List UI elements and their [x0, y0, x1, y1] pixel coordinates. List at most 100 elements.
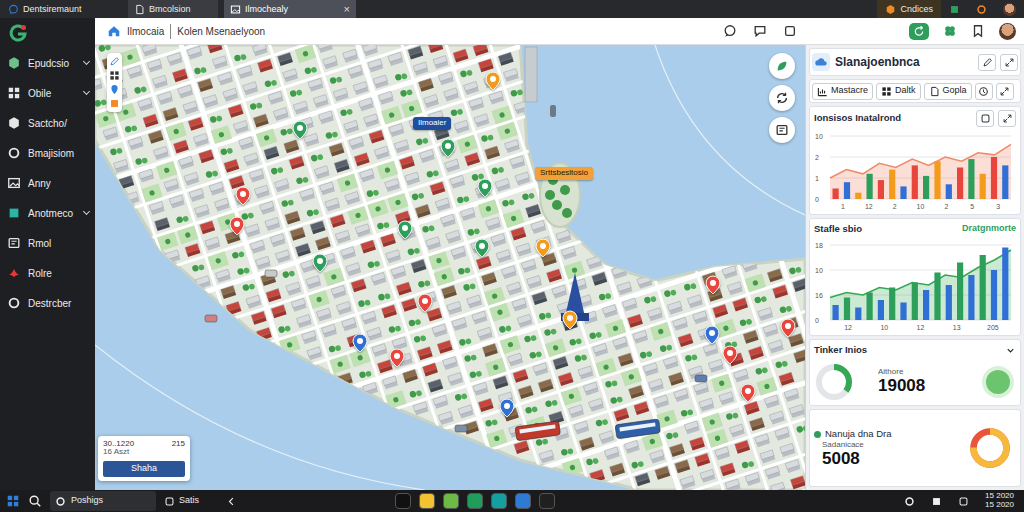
app-icon[interactable]	[539, 493, 555, 509]
list-button[interactable]	[769, 117, 795, 143]
app-window: DentsiremauntBmcolsionIlmochealy×Cndices…	[0, 0, 1024, 512]
icon-shape	[353, 334, 367, 352]
draw-icon[interactable]	[109, 56, 120, 67]
share-button[interactable]	[996, 83, 1014, 100]
taskbar-search[interactable]: Poshigs	[50, 491, 156, 511]
app-icon[interactable]	[467, 493, 483, 509]
sidebar-item[interactable]: Anotmeco	[0, 198, 95, 228]
view-button[interactable]	[976, 110, 994, 127]
extension-icon[interactable]	[949, 4, 960, 15]
map-pin[interactable]	[235, 186, 251, 206]
building-roof	[454, 120, 468, 130]
map-view[interactable]: IlmoaierSrttsbesltosio30..122021516 Aszt…	[95, 45, 805, 490]
map-pin[interactable]	[292, 120, 308, 140]
axis-tick: 12	[865, 203, 873, 210]
app-icon[interactable]	[395, 493, 411, 509]
map-pin[interactable]	[535, 238, 551, 258]
back-icon[interactable]	[226, 496, 237, 507]
map-pin[interactable]	[477, 178, 493, 198]
toolbar-button[interactable]: Daltk	[876, 83, 921, 100]
layout-icon[interactable]	[783, 24, 797, 38]
axis-tick: 2	[944, 203, 948, 210]
chat-icon[interactable]	[723, 24, 737, 38]
wifi-icon[interactable]	[904, 496, 915, 507]
style-icon[interactable]	[109, 98, 120, 109]
sidebar-item[interactable]: Sactcho/	[0, 108, 95, 138]
map-pin[interactable]	[704, 325, 720, 345]
logo[interactable]	[0, 18, 95, 48]
avatar-icon[interactable]	[999, 23, 1016, 40]
sidebar-item[interactable]: Epudcsio	[0, 48, 95, 78]
card-header-row[interactable]: Tinker Inios	[814, 343, 1016, 357]
map-toolbar	[107, 53, 122, 112]
refresh-icon[interactable]	[909, 23, 929, 40]
browser-tab[interactable]: Bmcolsion	[128, 0, 218, 18]
breadcrumb-item[interactable]: Ilmocaia	[127, 24, 164, 39]
toolbar-button[interactable]: Gopla	[924, 83, 972, 100]
icon-shape	[982, 115, 989, 122]
building-roof	[382, 305, 396, 315]
history-button[interactable]	[975, 83, 993, 100]
account-button[interactable]: Cndices	[877, 0, 941, 18]
sidebar-item[interactable]: Destrcber	[0, 288, 95, 318]
map-pin[interactable]	[440, 138, 456, 158]
sidebar-item[interactable]: Bmajisiom	[0, 138, 95, 168]
map-pin[interactable]	[312, 253, 328, 273]
map-pin[interactable]	[740, 383, 756, 403]
stat-label: Aithore	[878, 368, 925, 377]
map-pin[interactable]	[705, 275, 721, 295]
map-pin[interactable]	[417, 293, 433, 313]
breadcrumb-item[interactable]: Kolen Msenaelyoon	[170, 24, 265, 39]
notification-icon[interactable]	[976, 4, 987, 15]
map-pin[interactable]	[397, 220, 413, 240]
locate-icon[interactable]	[109, 84, 120, 95]
icon-shape	[906, 498, 913, 505]
icon-shape	[109, 70, 120, 81]
avatar-icon[interactable]	[1003, 3, 1016, 16]
icon-shape	[786, 27, 795, 36]
comment-icon[interactable]	[753, 24, 767, 38]
map-pin[interactable]	[389, 348, 405, 368]
sidebar-item[interactable]: Rmol	[0, 228, 95, 258]
building-roof	[668, 372, 682, 382]
map-pin[interactable]	[485, 71, 501, 91]
map-pin[interactable]	[499, 398, 515, 418]
windows-icon[interactable]	[6, 494, 20, 508]
app-icon[interactable]	[443, 493, 459, 509]
building-roof	[579, 437, 593, 447]
taskbar-app[interactable]: Satis	[164, 494, 218, 508]
layers-icon[interactable]	[109, 70, 120, 81]
bookmark-icon[interactable]	[971, 24, 985, 38]
minimize-button[interactable]	[1000, 54, 1018, 71]
rotate-button[interactable]	[769, 85, 795, 111]
layer-button[interactable]	[769, 53, 795, 79]
browser-tab[interactable]: Ilmochealy×	[224, 0, 356, 18]
info-button[interactable]: Shaha	[103, 461, 185, 477]
sidebar-item[interactable]: Rolre	[0, 258, 95, 288]
map-pin[interactable]	[229, 216, 245, 236]
volume-icon[interactable]	[931, 496, 942, 507]
map-pin[interactable]	[780, 318, 796, 338]
home-icon[interactable]	[107, 24, 121, 38]
app-icon[interactable]	[515, 493, 531, 509]
extensions-icon[interactable]	[943, 24, 957, 38]
tree	[420, 335, 427, 342]
map-pin[interactable]	[474, 238, 490, 258]
chevron-icon[interactable]	[1005, 345, 1016, 356]
map-pin[interactable]	[562, 310, 578, 330]
map-pin[interactable]	[722, 345, 738, 365]
icon-shape	[885, 4, 896, 15]
expand-button[interactable]	[998, 110, 1016, 127]
tree	[281, 199, 289, 207]
close-tab-button[interactable]: ×	[344, 4, 350, 15]
sidebar-item[interactable]: Anny	[0, 168, 95, 198]
app-icon[interactable]	[491, 493, 507, 509]
toolbar-button[interactable]: Mastacre	[812, 83, 873, 100]
edit-button[interactable]	[978, 54, 996, 71]
map-pin[interactable]	[352, 333, 368, 353]
app-icon[interactable]	[419, 493, 435, 509]
sidebar-item[interactable]: Obile	[0, 78, 95, 108]
building-roof	[377, 360, 391, 370]
search-icon[interactable]	[28, 494, 42, 508]
battery-icon[interactable]	[958, 496, 969, 507]
